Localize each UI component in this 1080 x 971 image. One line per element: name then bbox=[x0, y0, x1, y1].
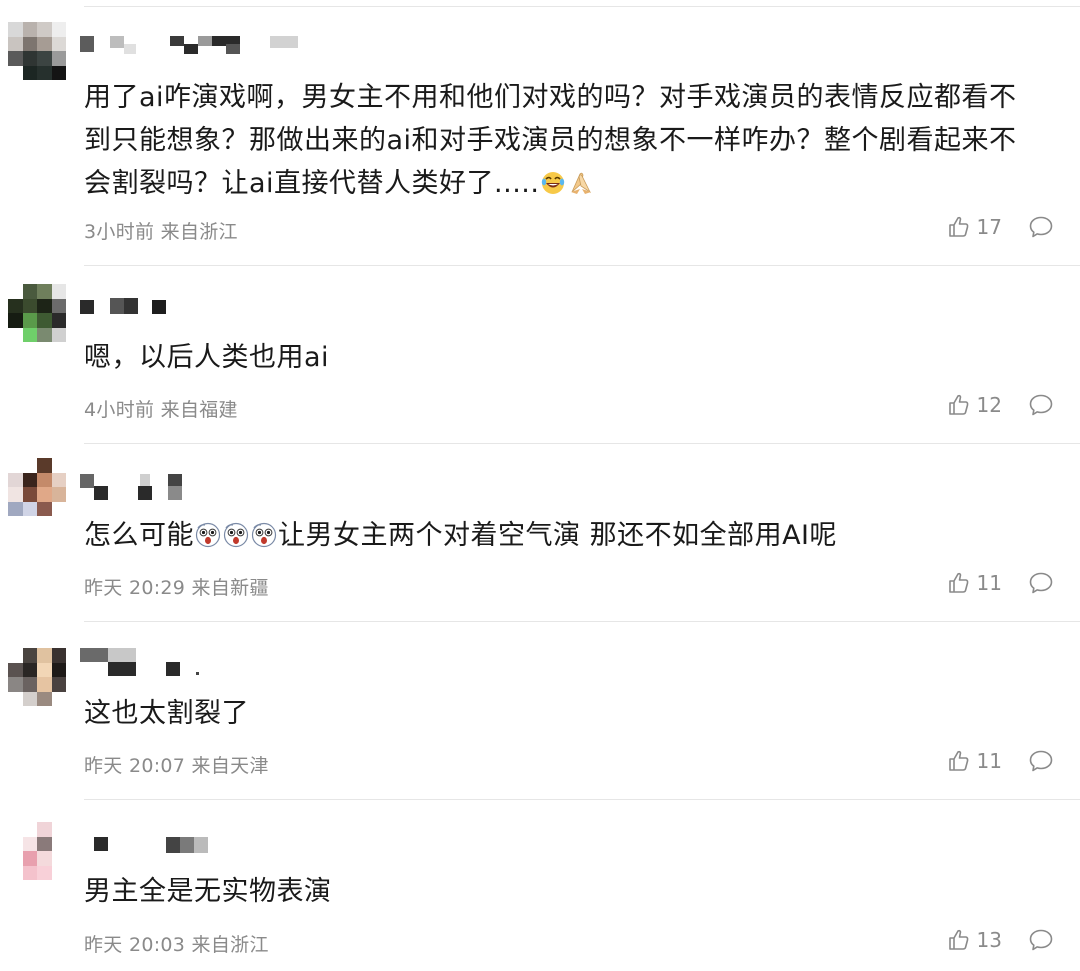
comment-time: 3小时前 bbox=[84, 221, 155, 243]
comment-item: 怎么可能 让男女主两个对着空气演 那还不如全部用AI呢 昨天 20:29 来自新… bbox=[0, 444, 1080, 622]
like-count: 11 bbox=[976, 749, 1002, 773]
thumbs-up-icon bbox=[948, 750, 968, 771]
comment-text-body: 男主全是无实物表演 bbox=[84, 876, 332, 907]
like-button[interactable]: 17 bbox=[947, 215, 1002, 239]
reply-button[interactable] bbox=[1028, 215, 1054, 243]
comment-meta: 昨天 20:29 来自新疆 bbox=[84, 573, 269, 600]
reply-button[interactable] bbox=[1028, 928, 1054, 956]
comment-meta: 昨天 20:03 来自浙江 bbox=[84, 930, 269, 957]
comment-meta: 4小时前 来自福建 bbox=[84, 395, 238, 422]
comment-text-before: 怎么可能 bbox=[84, 520, 194, 551]
comment-location: 来自福建 bbox=[160, 399, 238, 421]
username-redacted[interactable] bbox=[80, 298, 200, 318]
comment-location: 来自新疆 bbox=[191, 577, 269, 599]
comment-text: 嗯，以后人类也用ai bbox=[84, 336, 1044, 379]
like-button[interactable]: 11 bbox=[947, 749, 1002, 773]
avatar[interactable] bbox=[8, 458, 66, 516]
comment-location: 来自浙江 bbox=[191, 934, 269, 956]
laugh-cry-emoji bbox=[542, 172, 565, 194]
reply-button[interactable] bbox=[1028, 571, 1054, 599]
like-count: 12 bbox=[976, 393, 1002, 417]
comment-item: 这也太割裂了 昨天 20:07 来自天津 11 bbox=[0, 622, 1080, 800]
avatar[interactable] bbox=[8, 284, 66, 342]
avatar[interactable] bbox=[8, 822, 66, 880]
comment-text-body: 这也太割裂了 bbox=[84, 698, 249, 729]
like-count: 11 bbox=[976, 571, 1002, 595]
comment-list: 用了ai咋演戏啊，男女主不用和他们对戏的吗？对手戏演员的表情反应都看不到只能想象… bbox=[0, 0, 1080, 971]
username-redacted[interactable] bbox=[80, 648, 210, 676]
reply-button[interactable] bbox=[1028, 393, 1054, 421]
pray-hands-emoji bbox=[571, 172, 592, 194]
comment-meta: 3小时前 来自浙江 bbox=[84, 217, 238, 244]
username-redacted[interactable] bbox=[80, 837, 220, 857]
shocked-face-emoji bbox=[223, 522, 249, 548]
comment-time: 昨天 20:07 bbox=[84, 755, 186, 777]
like-count: 13 bbox=[976, 928, 1002, 952]
avatar[interactable] bbox=[8, 22, 66, 80]
comment-location: 来自天津 bbox=[191, 755, 269, 777]
comment-bubble-icon bbox=[1029, 750, 1053, 772]
thumbs-up-icon bbox=[948, 394, 968, 415]
comment-location: 来自浙江 bbox=[160, 221, 238, 243]
comment-item: 男主全是无实物表演 昨天 20:03 来自浙江 13 bbox=[0, 800, 1080, 971]
avatar[interactable] bbox=[8, 648, 66, 706]
comment-bubble-icon bbox=[1029, 216, 1053, 238]
comment-bubble-icon bbox=[1029, 929, 1053, 951]
shocked-face-emoji bbox=[195, 522, 221, 548]
comment-text: 男主全是无实物表演 bbox=[84, 870, 1044, 913]
like-button[interactable]: 13 bbox=[947, 928, 1002, 952]
comment-text: 用了ai咋演戏啊，男女主不用和他们对戏的吗？对手戏演员的表情反应都看不到只能想象… bbox=[84, 76, 1044, 205]
comment-time: 昨天 20:29 bbox=[84, 577, 186, 599]
comment-item: 嗯，以后人类也用ai 4小时前 来自福建 12 bbox=[0, 266, 1080, 444]
thumbs-up-icon bbox=[948, 572, 968, 593]
thumbs-up-icon bbox=[948, 216, 968, 237]
reply-button[interactable] bbox=[1028, 749, 1054, 777]
comment-time: 4小时前 bbox=[84, 399, 155, 421]
comment-text-body: 嗯，以后人类也用ai bbox=[84, 342, 330, 373]
comment-text: 这也太割裂了 bbox=[84, 692, 1044, 735]
like-button[interactable]: 11 bbox=[947, 571, 1002, 595]
comment-time: 昨天 20:03 bbox=[84, 934, 186, 956]
shocked-face-emoji bbox=[251, 522, 277, 548]
comment-text-after: 让男女主两个对着空气演 那还不如全部用AI呢 bbox=[278, 520, 838, 551]
like-button[interactable]: 12 bbox=[947, 393, 1002, 417]
username-redacted[interactable] bbox=[80, 36, 320, 56]
comment-bubble-icon bbox=[1029, 394, 1053, 416]
like-count: 17 bbox=[976, 215, 1002, 239]
comment-bubble-icon bbox=[1029, 572, 1053, 594]
comment-meta: 昨天 20:07 来自天津 bbox=[84, 751, 269, 778]
comment-item: 用了ai咋演戏啊，男女主不用和他们对戏的吗？对手戏演员的表情反应都看不到只能想象… bbox=[0, 0, 1080, 266]
username-redacted[interactable] bbox=[80, 474, 200, 500]
thumbs-up-icon bbox=[948, 929, 968, 950]
comment-text: 怎么可能 让男女主两个对着空气演 那还不如全部用AI呢 bbox=[84, 514, 1044, 557]
